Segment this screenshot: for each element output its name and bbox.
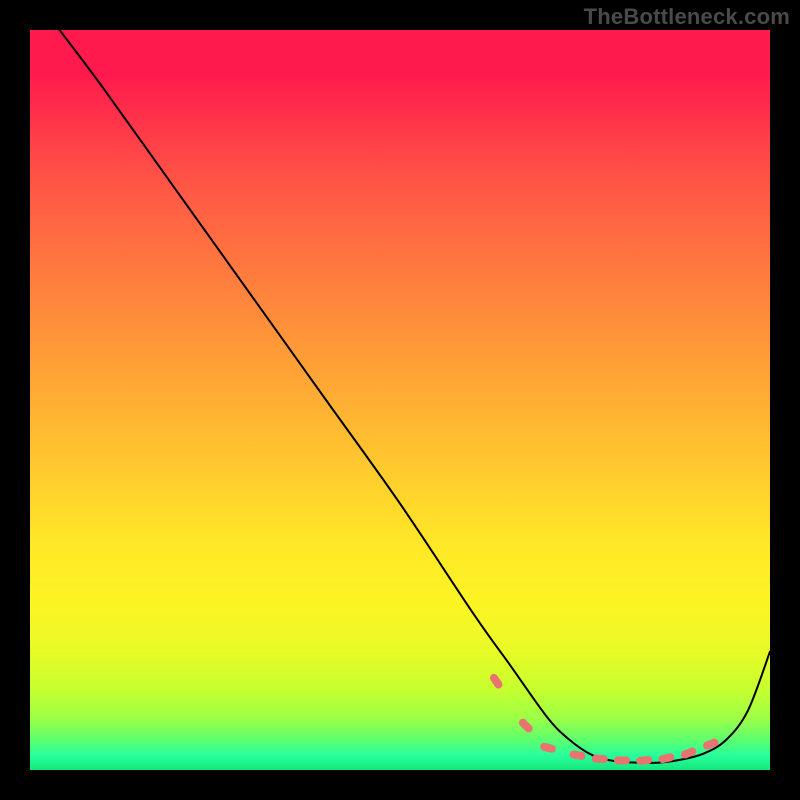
chart-svg [30,30,770,770]
curve-marker [592,754,608,763]
curve-marker [702,737,720,750]
curve-marker [517,717,534,734]
marker-group [488,672,719,765]
curve-marker [658,752,675,763]
curve-marker [539,742,556,754]
chart-frame: TheBottleneck.com [0,0,800,800]
curve-marker [569,750,586,761]
curve-marker [614,756,630,764]
bottleneck-curve-path [60,30,770,763]
curve-marker [488,672,504,690]
plot-area [30,30,770,770]
watermark-label: TheBottleneck.com [584,4,790,30]
